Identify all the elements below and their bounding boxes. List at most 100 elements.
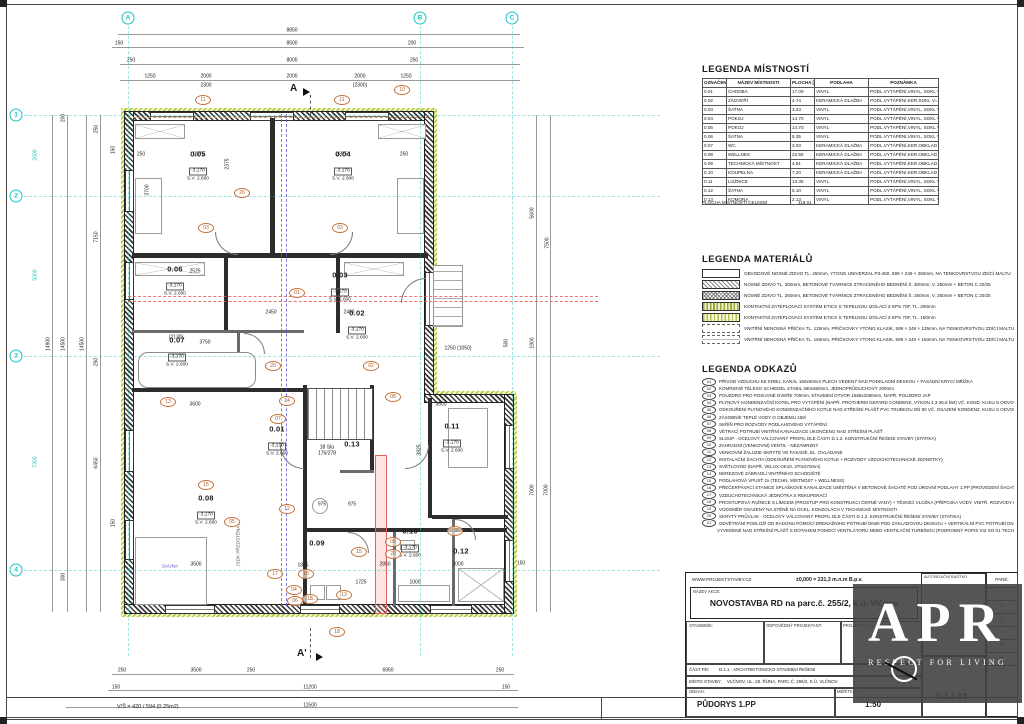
apr-watermark: APR RESPECT FOR LIVING — [853, 584, 1022, 703]
dimension: 5000 — [34, 269, 39, 280]
room-number: 0.13 — [344, 440, 359, 449]
ref-bubble-10: 10 — [394, 85, 410, 95]
room-level: -3,170 — [331, 289, 349, 297]
dimension: 1250 — [144, 75, 155, 80]
dimension: 3500 — [190, 669, 201, 674]
dimension: 8850 — [286, 29, 297, 34]
ref-bubble-11: 11 — [195, 95, 211, 105]
corner-mark — [0, 0, 7, 7]
ref-bubble-08: 08 — [385, 392, 401, 402]
dimension: 1825 — [297, 564, 308, 569]
grid-line-B — [420, 26, 421, 656]
dimension: 7000 — [545, 484, 550, 495]
room-level: -3,170 — [166, 283, 184, 291]
grid-line-4 — [24, 570, 660, 571]
room-label-0.01: 0.01-3,170S.V. 2.600 — [266, 425, 288, 458]
dimension: 150 — [517, 562, 525, 567]
dimension: 14500 — [81, 337, 86, 351]
room-clear-height: S.V. 2.600 — [164, 292, 186, 298]
dimension: 7300 — [34, 456, 39, 467]
grid-axis-C: C — [506, 12, 519, 25]
dimension: 7150 — [95, 231, 100, 242]
dimension: 6450 — [95, 457, 100, 468]
room-clear-height: S.V. 2.600 — [399, 554, 421, 560]
ref-bubble-03: 03 — [332, 223, 348, 233]
dimension: 500 — [505, 339, 510, 347]
dimension: 250 — [247, 669, 255, 674]
dimension: 5600 — [531, 207, 536, 218]
dimension: 150 — [112, 519, 117, 527]
room-clear-height: S.V. 2.600 — [166, 363, 188, 369]
ref-bubble-05: 05 — [224, 517, 240, 527]
room-clear-height: S.V. 2.600 — [195, 521, 217, 527]
ref-bubble-12: 12 — [279, 504, 295, 514]
grid-axis-3: 3 — [10, 350, 23, 363]
corner-mark — [1017, 717, 1024, 724]
room-clear-height: S.V. 2.600 — [187, 177, 209, 183]
room-level: -3,170 — [197, 512, 215, 520]
dimension: 150 — [112, 146, 117, 154]
dimension: 1250 (1050) — [445, 347, 472, 352]
dimension: 2000 — [286, 75, 297, 80]
dimension: 2000 — [200, 75, 211, 80]
dimension: 250 — [127, 59, 135, 64]
dimension: 150 — [115, 42, 123, 47]
dimension: 2525 — [189, 270, 200, 275]
corner-mark — [1017, 0, 1024, 7]
dimension: 3825 — [418, 444, 423, 455]
dimension: 250 — [400, 153, 408, 158]
dimension: 3600 — [435, 403, 446, 408]
ref-bubble-13: 13 — [160, 397, 176, 407]
ref-bubble-01: 01 — [289, 288, 305, 298]
dimension: 11200 — [303, 686, 317, 691]
apr-logo-text: APR — [853, 590, 1022, 656]
dimension: 250 — [118, 669, 126, 674]
dimension: 6950 — [382, 669, 393, 674]
room-level: -3,170 — [268, 443, 286, 451]
dimension: 3875 — [336, 153, 347, 158]
room-label-0.03: 0.03 -3,170S.V. 2.600 — [329, 271, 351, 304]
ref-bubble-14: 14 — [279, 396, 295, 406]
room-number: 0.10 — [399, 527, 421, 536]
dimension: 150 — [502, 686, 510, 691]
dimension: 14900 — [47, 337, 52, 351]
dimension: 7500 — [546, 237, 551, 248]
dimension: 200 — [62, 114, 67, 122]
room-level: -3,170 — [443, 440, 461, 448]
dimension: 8500 — [286, 42, 297, 47]
room-level: -3,170 — [348, 327, 366, 335]
ref-bubble-15: 15 — [198, 480, 214, 490]
ref-bubble-20: 20 — [265, 361, 281, 371]
ref-bubble-09: 09 — [385, 537, 401, 547]
grid-axis-B: B — [414, 12, 427, 25]
dimension: 250 — [410, 59, 418, 64]
ref-bubble-06: 06 — [287, 596, 303, 606]
dimension: 1250 — [400, 75, 411, 80]
room-number: 0.03 — [329, 271, 351, 280]
ref-bubble-17: 17 — [267, 569, 283, 579]
grid-line-3 — [24, 356, 660, 357]
dimension: 1900 — [531, 337, 536, 348]
ref-bubble-20: 20 — [385, 549, 401, 559]
room-number: 0.01 — [266, 425, 288, 434]
drawing-sheet: A A' SAUNA (SDK PŘEDSTĚNA) 18 Stu 176/27… — [0, 0, 1024, 724]
room-clear-height: S.V. 2.600 — [332, 177, 354, 183]
dimension: 2000 — [354, 75, 365, 80]
ref-bubble-02: 02 — [363, 361, 379, 371]
room-level: -3,170 — [401, 545, 419, 553]
dimension: 8000 — [286, 59, 297, 64]
dimension: 2000 — [452, 563, 463, 568]
dimension: 1725 — [355, 581, 366, 586]
dimension: 3700 — [146, 184, 151, 195]
grid-axis-4: 4 — [10, 564, 23, 577]
room-clear-height: S.V. 2.600 — [329, 298, 351, 304]
ref-bubble-04: 04 — [286, 585, 302, 595]
dimension: 7000 — [531, 484, 536, 495]
grid-line-1 — [24, 115, 660, 116]
dimension: 250 — [95, 358, 100, 366]
corner-mark — [0, 717, 7, 724]
room-level: -3,170 — [189, 168, 207, 176]
apr-slogan: RESPECT FOR LIVING — [853, 658, 1022, 667]
dimension: 250 — [496, 669, 504, 674]
ref-bubble-03: 03 — [198, 223, 214, 233]
